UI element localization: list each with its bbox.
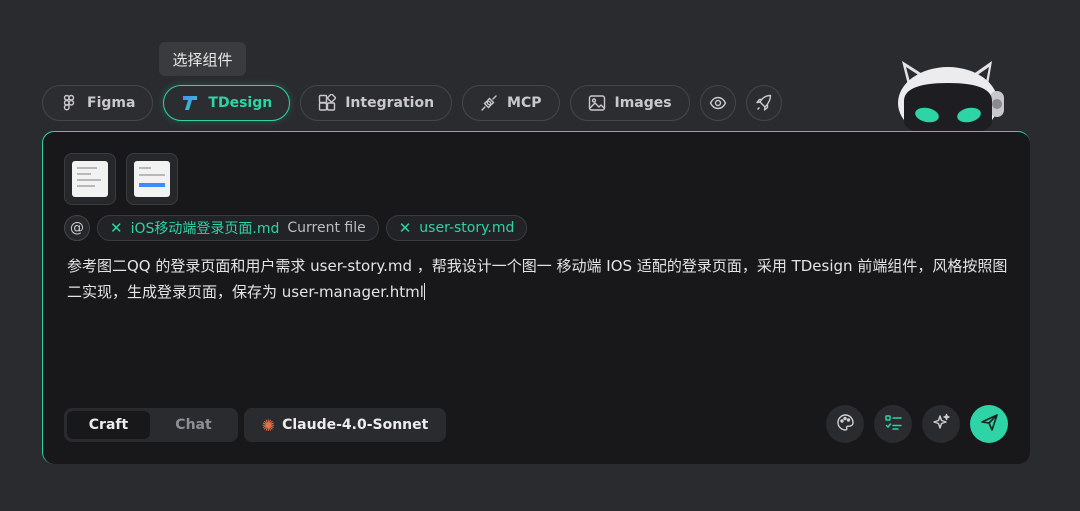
prompt-text: 参考图二QQ 的登录页面和用户需求 user-story.md ，帮我设计一个图… — [67, 257, 1008, 301]
mode-craft[interactable]: Craft — [67, 411, 150, 439]
images-button[interactable]: Images — [569, 85, 690, 121]
palette-icon — [836, 413, 855, 436]
sparkle-icon — [932, 413, 951, 436]
robot-mascot — [890, 55, 1010, 139]
mcp-label: MCP — [507, 95, 542, 111]
enhance-button[interactable] — [922, 405, 960, 443]
model-name: Claude-4.0-Sonnet — [282, 417, 429, 433]
image-thumbnail-2[interactable] — [126, 153, 178, 205]
send-button[interactable] — [970, 405, 1008, 443]
file-chip-user-story: ✕ user-story.md — [385, 215, 528, 241]
text-caret — [423, 283, 426, 300]
context-chips: @ ✕ iOS移动端登录页面.md Current file ✕ user-st… — [64, 215, 528, 241]
eye-icon — [709, 94, 727, 112]
file-tag: Current file — [287, 220, 366, 236]
composer-panel: @ ✕ iOS移动端登录页面.md Current file ✕ user-st… — [42, 131, 1030, 464]
tooltip: 选择组件 — [159, 42, 246, 76]
figma-icon — [60, 94, 78, 112]
composer-actions — [826, 405, 1008, 443]
file-name: iOS移动端登录页面.md — [130, 221, 280, 237]
mention-button[interactable]: @ — [64, 215, 90, 241]
image-thumbnail-1[interactable] — [64, 153, 116, 205]
tdesign-label: TDesign — [208, 95, 273, 111]
tdesign-icon — [181, 94, 199, 112]
file-name: user-story.md — [419, 220, 515, 236]
prompt-input[interactable]: 参考图二QQ 的登录页面和用户需求 user-story.md ，帮我设计一个图… — [67, 253, 1017, 305]
mcp-button[interactable]: MCP — [462, 85, 560, 121]
tdesign-button[interactable]: TDesign — [163, 85, 291, 121]
deploy-button[interactable] — [745, 85, 782, 121]
model-selector[interactable]: ✺ Claude-4.0-Sonnet — [244, 408, 446, 442]
remove-file-icon[interactable]: ✕ — [110, 219, 123, 237]
send-icon — [980, 413, 999, 436]
remove-file-icon[interactable]: ✕ — [399, 219, 412, 237]
claude-spark-icon: ✺ — [261, 415, 276, 435]
checklist-icon — [884, 413, 903, 436]
preview-button[interactable] — [699, 85, 736, 121]
rocket-icon — [755, 94, 773, 112]
integration-label: Integration — [345, 95, 435, 111]
images-icon — [588, 94, 606, 112]
toolbar: Figma TDesign Integration MCP Images — [42, 85, 782, 121]
thumbnail-preview — [72, 161, 108, 197]
thumbnail-preview — [134, 161, 170, 197]
images-label: Images — [614, 95, 672, 111]
file-chip-ios-login: ✕ iOS移动端登录页面.md Current file — [97, 215, 379, 241]
image-attachments — [64, 153, 178, 205]
integration-icon — [318, 94, 337, 112]
figma-button[interactable]: Figma — [42, 85, 154, 121]
theme-button[interactable] — [826, 405, 864, 443]
mode-switch: Craft Chat — [64, 408, 238, 442]
mode-chat[interactable]: Chat — [152, 411, 235, 439]
mcp-icon — [480, 94, 498, 112]
integration-button[interactable]: Integration — [300, 85, 453, 121]
figma-label: Figma — [87, 95, 136, 111]
tasks-button[interactable] — [874, 405, 912, 443]
